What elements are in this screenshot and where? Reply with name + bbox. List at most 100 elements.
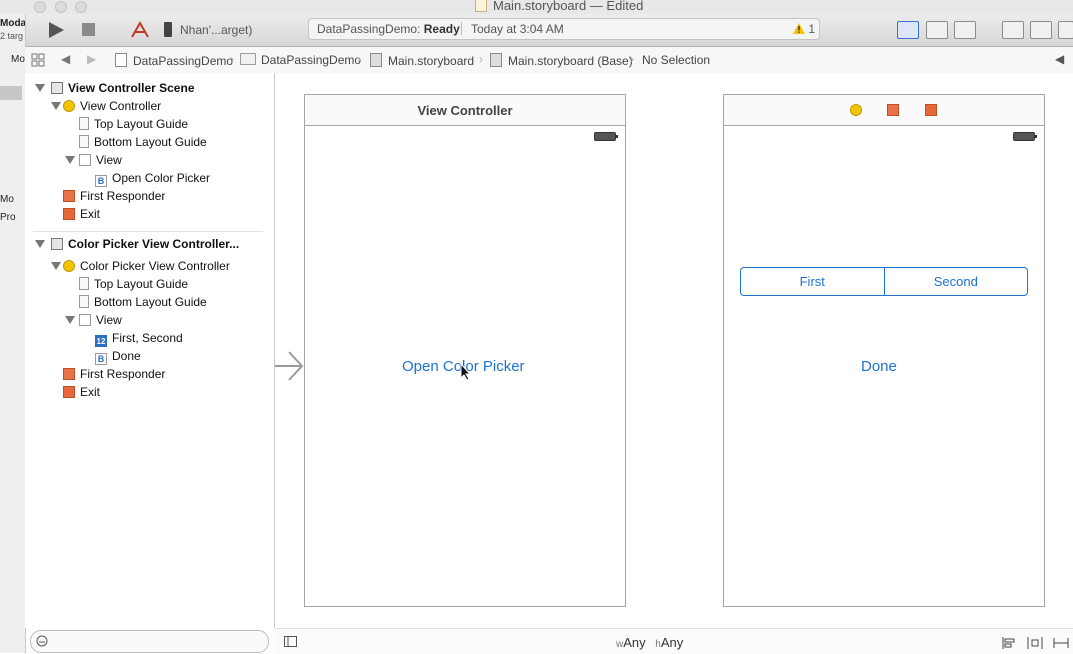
exit-icon[interactable] [925, 104, 937, 116]
view-controller-icon[interactable] [850, 104, 862, 116]
jump-bar: ◀ ▶ DataPassingDemo › DataPassingDemo › … [25, 47, 1073, 74]
disclosure-triangle-icon[interactable] [35, 240, 45, 248]
size-class-control[interactable]: wAny hAny [616, 635, 683, 650]
status-divider [461, 22, 462, 35]
back-arrow-icon[interactable]: ◀ [61, 52, 70, 66]
initial-view-controller-arrow-icon [275, 351, 304, 381]
resolve-issues-icon[interactable] [1053, 637, 1069, 649]
show-outline-icon[interactable] [284, 636, 298, 648]
breadcrumb-chevron-icon: › [357, 52, 361, 66]
mouse-cursor-icon [460, 363, 472, 381]
title-bar: Main.storyboard — Edited [0, 0, 1073, 14]
exit-icon [63, 208, 75, 220]
navigator-selected-row[interactable] [0, 86, 22, 100]
breadcrumb-file[interactable]: Main.storyboard [370, 53, 474, 68]
segment-first[interactable]: First [741, 268, 885, 295]
outline-item-view-2[interactable]: View [65, 311, 122, 329]
battery-icon [1013, 132, 1037, 141]
outline-item-first-responder[interactable]: First Responder [63, 187, 165, 205]
button-icon: B [95, 353, 107, 365]
outline-item-first-responder-2[interactable]: First Responder [63, 365, 165, 383]
breadcrumb-localization[interactable]: Main.storyboard (Base) [490, 53, 633, 68]
outline-item-top-layout-guide[interactable]: Top Layout Guide [79, 115, 188, 133]
warning-count: 1 [808, 22, 816, 36]
status-project: DataPassingDemo: [317, 22, 421, 36]
storyboard-file-icon [370, 53, 382, 67]
first-responder-icon[interactable] [887, 104, 899, 116]
disclosure-triangle-icon[interactable] [65, 316, 75, 324]
scheme-icon[interactable] [130, 21, 150, 39]
standard-editor-button[interactable] [897, 21, 919, 39]
utilities-toggle-button[interactable] [1058, 21, 1073, 39]
outline-item-done[interactable]: B Done [95, 347, 141, 365]
view-icon [79, 154, 91, 166]
view-controller-scene[interactable]: View Controller Open Color Picker [304, 94, 626, 607]
navigator-toggle-button[interactable] [1002, 21, 1024, 39]
assistant-editor-button[interactable] [926, 21, 948, 39]
color-segmented-control[interactable]: First Second [740, 267, 1028, 296]
outline-item-scene-1[interactable]: View Controller Scene [35, 79, 195, 97]
activity-viewer: DataPassingDemo: Ready Today at 3:04 AM … [308, 18, 820, 40]
view-icon [79, 314, 91, 326]
storyboard-canvas[interactable]: View Controller Open Color Picker First … [275, 73, 1073, 628]
first-responder-icon [63, 368, 75, 380]
navigator-item-group-2[interactable]: Mo [0, 194, 14, 205]
navigator-item-group-3[interactable]: Pro [0, 212, 16, 223]
warning-icon [793, 23, 805, 34]
stop-button[interactable] [82, 23, 96, 37]
outline-item-view-controller[interactable]: View Controller [51, 97, 161, 115]
color-picker-scene[interactable]: First Second Done [723, 94, 1045, 607]
zoom-window-button[interactable] [75, 1, 87, 13]
project-navigator-strip: Moda 2 targ Mo Mo Pro [0, 14, 26, 653]
disclosure-triangle-icon[interactable] [35, 84, 45, 92]
project-targets: 2 targ [0, 31, 24, 41]
outline-item-color-picker-view-controller[interactable]: Color Picker View Controller [51, 257, 230, 275]
outline-item-bottom-layout-guide-2[interactable]: Bottom Layout Guide [79, 293, 207, 311]
outline-item-bottom-layout-guide[interactable]: Bottom Layout Guide [79, 133, 207, 151]
outline-item-top-layout-guide-2[interactable]: Top Layout Guide [79, 275, 188, 293]
debug-area-toggle-button[interactable] [1030, 21, 1052, 39]
scene-dock[interactable] [724, 95, 1044, 126]
issue-back-arrow-icon[interactable]: ◀ [1055, 52, 1064, 66]
scene-dock[interactable]: View Controller [305, 95, 625, 126]
exit-icon [63, 386, 75, 398]
pin-icon[interactable] [1027, 637, 1043, 649]
outline-item-scene-2[interactable]: Color Picker View Controller... [35, 235, 239, 253]
layout-guide-icon [79, 135, 89, 148]
close-window-button[interactable] [34, 1, 46, 13]
navigator-item-group[interactable]: Mo [11, 54, 25, 65]
disclosure-triangle-icon[interactable] [51, 262, 61, 270]
disclosure-triangle-icon[interactable] [65, 156, 75, 164]
breadcrumb-chevron-icon: › [630, 52, 634, 66]
view-controller-icon [63, 260, 75, 272]
battery-icon [594, 132, 618, 141]
outline-item-exit[interactable]: Exit [63, 205, 100, 223]
first-responder-icon [63, 190, 75, 202]
version-editor-button[interactable] [954, 21, 976, 39]
scene-icon [51, 82, 63, 94]
breadcrumb-project[interactable]: DataPassingDemo [115, 53, 233, 68]
done-button[interactable]: Done [861, 358, 897, 375]
outline-item-open-color-picker[interactable]: B Open Color Picker [95, 169, 210, 187]
project-name[interactable]: Moda [0, 18, 25, 29]
outline-item-segmented-control[interactable]: 12 First, Second [95, 329, 183, 347]
canvas-bottom-bar: wAny hAny [275, 628, 1073, 654]
breadcrumb-group[interactable]: DataPassingDemo [240, 53, 361, 67]
segment-second[interactable]: Second [885, 268, 1028, 295]
storyboard-file-icon [490, 53, 502, 67]
minimize-window-button[interactable] [55, 1, 67, 13]
outline-item-view[interactable]: View [65, 151, 122, 169]
filter-icon [36, 635, 48, 647]
related-items-icon[interactable] [31, 53, 45, 67]
project-file-icon [115, 53, 127, 67]
warning-badge[interactable]: 1 [793, 22, 815, 36]
toolbar: Nhan'...arget) DataPassingDemo: Ready To… [0, 14, 1073, 47]
outline-item-exit-2[interactable]: Exit [63, 383, 100, 401]
scheme-destination[interactable]: Nhan'...arget) [180, 23, 252, 37]
align-icon[interactable] [1002, 637, 1016, 649]
outline-filter-field[interactable] [30, 630, 269, 653]
breadcrumb-selection[interactable]: No Selection [642, 53, 710, 67]
run-button[interactable] [46, 21, 66, 39]
forward-arrow-icon[interactable]: ▶ [87, 52, 96, 66]
disclosure-triangle-icon[interactable] [51, 102, 61, 110]
